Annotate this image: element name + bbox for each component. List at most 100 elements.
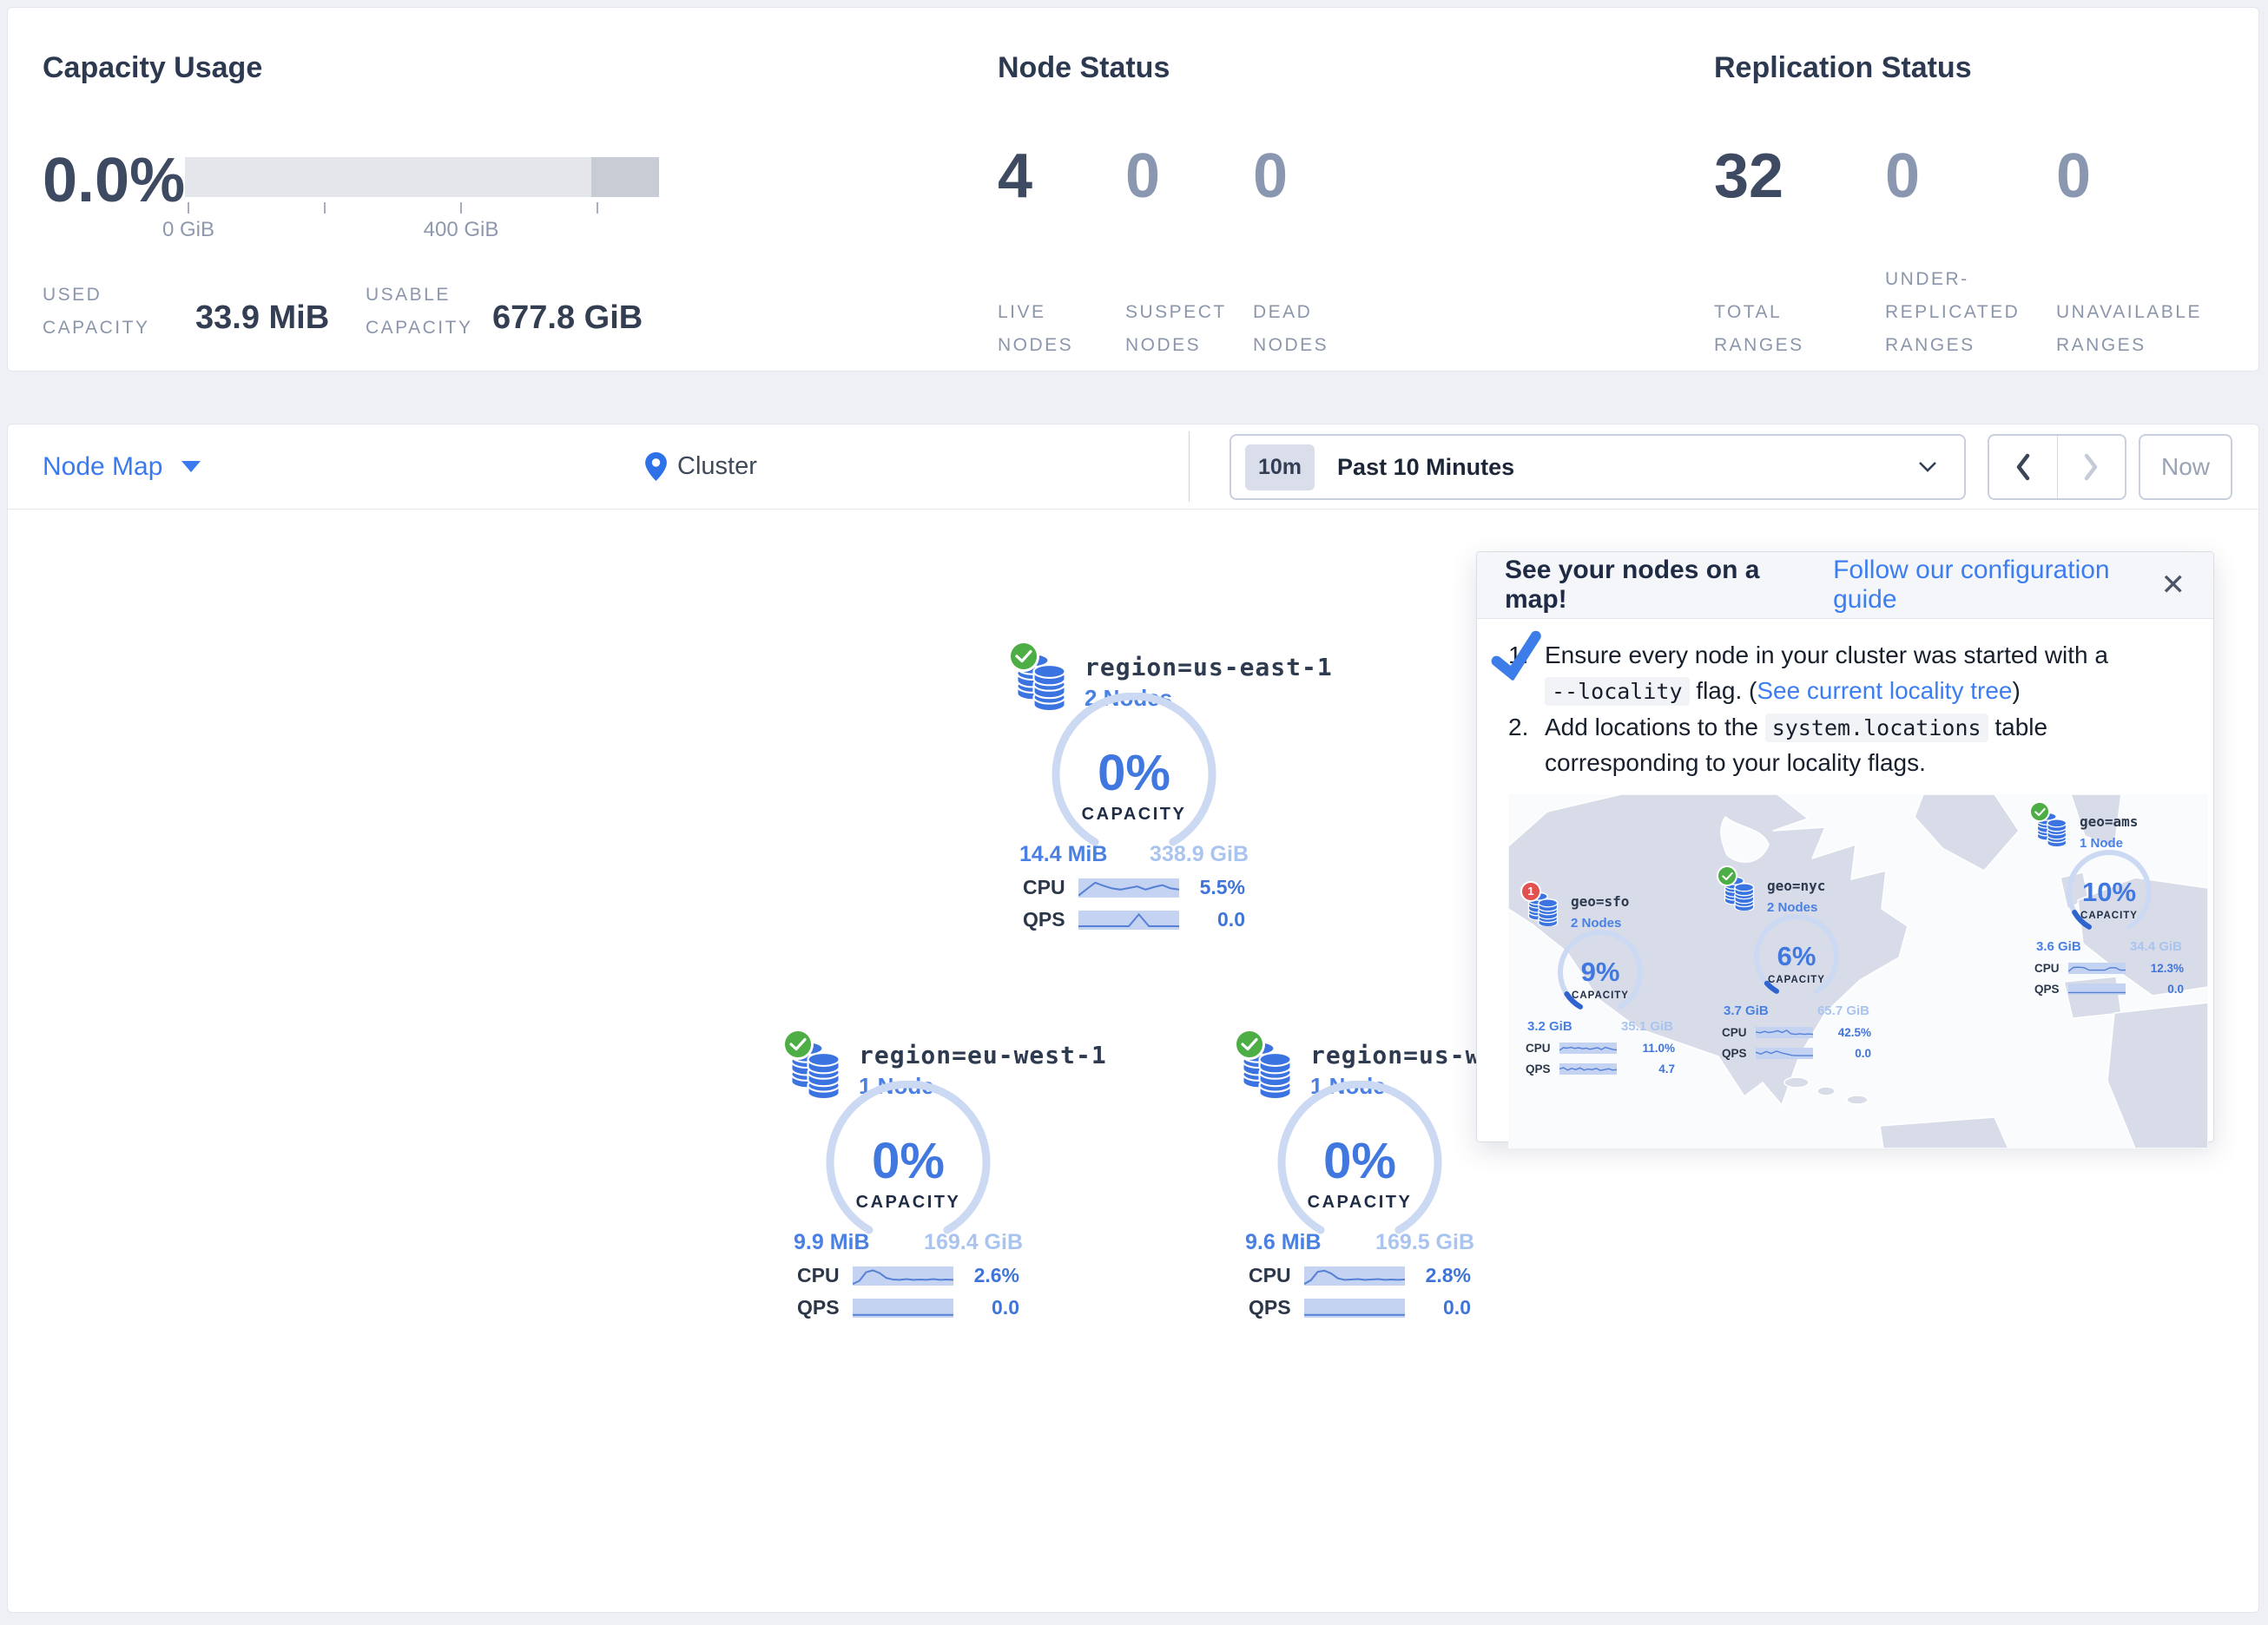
locality-card-eu-west-1: region=eu-west-11 Node0%CAPACITY9.9 MiB1… <box>774 1037 1043 1319</box>
capacity-bar-reserved-segment <box>591 157 659 197</box>
chevron-down-icon <box>181 461 201 472</box>
instruction-item-1: 1.Ensure every node in your cluster was … <box>1508 638 2182 708</box>
capacity-axis-tick <box>324 202 326 214</box>
cpu-metric-row: CPU11.0% <box>1526 1040 1675 1057</box>
capacity-gauge: 0% CAPACITY <box>1268 1081 1452 1239</box>
replication-status-col-0: 32TOTALRANGES <box>1714 145 1885 362</box>
close-icon[interactable]: ✕ <box>2161 568 2186 602</box>
qps-value: 0.0 <box>1443 1296 1471 1319</box>
cluster-stats-panel: Capacity Usage Node Status Replication S… <box>7 7 2259 372</box>
popup-header: See your nodes on a map! Follow our conf… <box>1477 552 2213 619</box>
capacity-gauge: 6%CAPACITY <box>1741 910 1852 1007</box>
cpu-label: CPU <box>797 1264 842 1287</box>
replication-status-col-2: 0UNAVAILABLERANGES <box>2056 145 2227 362</box>
inline-code: system.locations <box>1765 714 1988 742</box>
locality-header: region=us-west-11 Node <box>1225 1037 1494 1103</box>
cpu-metric-row: CPU5.5% <box>1023 876 1245 899</box>
text-segment: ) <box>2012 677 2020 704</box>
node-map-toolbar: Node Map Cluster 10m Past 10 Minutes <box>8 424 2258 510</box>
node-status-label: DEADNODES <box>1253 296 1381 362</box>
replication-status-label: UNDER-REPLICATEDRANGES <box>1885 263 2056 362</box>
cpu-sparkline <box>1756 1027 1813 1038</box>
node-status-col-0: 4LIVENODES <box>998 145 1125 362</box>
status-ok-icon <box>1234 1029 1265 1060</box>
replication-status-title: Replication Status <box>1714 51 1972 85</box>
time-range-dropdown[interactable]: 10m Past 10 Minutes <box>1230 434 1966 500</box>
cpu-label: CPU <box>1023 876 1068 899</box>
configuration-guide-link[interactable]: Follow our configuration guide <box>1833 556 2160 615</box>
locality-titles: geo=ams 1 Node <box>2080 810 2138 852</box>
node-status-columns: 4LIVENODES0 SUSPECTNODES0 DEADNODES <box>998 145 1381 362</box>
cpu-value: 2.8% <box>1426 1264 1471 1287</box>
node-status-col-1: 0 SUSPECTNODES <box>1125 145 1253 362</box>
cpu-label: CPU <box>1526 1040 1553 1057</box>
chevron-left-icon <box>2014 453 2032 481</box>
gauge-percent-label: 9% <box>1581 957 1620 987</box>
node-status-label: SUSPECTNODES <box>1125 296 1253 362</box>
locality-nodes-link[interactable]: 2 Nodes <box>1767 898 1825 918</box>
capacity-values: 3.7 GiB65.7 GiB <box>1724 1002 1869 1021</box>
text-segment: Ensure every node in your cluster was st… <box>1545 641 2108 668</box>
breadcrumb-cluster-label: Cluster <box>677 452 757 481</box>
world-map: 1geo=sfo2 Nodes9%CAPACITY3.2 GiB35.1 GiB… <box>1508 794 2208 1148</box>
capacity-used-value: 9.6 MiB <box>1245 1230 1322 1255</box>
qps-label: QPS <box>1526 1061 1553 1078</box>
locality-card-nyc: geo=nyc2 Nodes6%CAPACITY3.7 GiB65.7 GiBC… <box>1717 874 1876 1062</box>
time-range-label: Past 10 Minutes <box>1337 454 1514 481</box>
now-button[interactable]: Now <box>2139 434 2232 500</box>
node-status-value: 0 <box>1125 145 1253 207</box>
qps-label: QPS <box>1023 908 1068 931</box>
qps-label: QPS <box>797 1296 842 1319</box>
capacity-usage-title: Capacity Usage <box>43 51 262 85</box>
popup-title: See your nodes on a map! <box>1505 556 1810 615</box>
gauge-percent-label: 0% <box>1323 1133 1396 1189</box>
capacity-total-value: 34.4 GiB <box>2130 938 2182 957</box>
qps-label: QPS <box>2034 981 2062 998</box>
qps-value: 0.0 <box>1855 1045 1871 1062</box>
locality-title: region=us-east-1 <box>1085 653 1333 681</box>
capacity-axis-tick <box>188 202 189 214</box>
time-range-badge: 10m <box>1245 444 1315 490</box>
capacity-usage-bar <box>185 157 659 197</box>
locality-title: geo=ams <box>2080 812 2138 832</box>
capacity-gauge: 10%CAPACITY <box>2054 845 2165 943</box>
view-selector-dropdown[interactable]: Node Map <box>43 424 201 509</box>
locality-title: region=eu-west-1 <box>859 1041 1107 1069</box>
node-status-label: LIVENODES <box>998 296 1125 362</box>
locality-card-ams: geo=ams1 Node10%CAPACITY3.6 GiB34.4 GiBC… <box>2029 810 2189 997</box>
locality-nodes-link[interactable]: 1 Node <box>2080 834 2138 853</box>
cpu-sparkline <box>1559 1043 1617 1054</box>
qps-value: 4.7 <box>1658 1061 1675 1078</box>
capacity-axis-label-0: 0 GiB <box>162 218 214 242</box>
gauge-percent-label: 10% <box>2082 877 2136 907</box>
locality-tree-link[interactable]: See current locality tree <box>1757 677 2012 704</box>
qps-label: QPS <box>1249 1296 1294 1319</box>
qps-metric-row: QPS 0.0 <box>1249 1296 1471 1319</box>
cpu-sparkline <box>853 1266 953 1286</box>
completed-check-icon <box>1488 628 1547 682</box>
cpu-metric-row: CPU12.3% <box>2034 960 2184 977</box>
cpu-label: CPU <box>2034 960 2062 977</box>
locality-header: geo=ams 1 Node <box>2029 810 2189 852</box>
gauge-capacity-label: CAPACITY <box>1308 1193 1413 1212</box>
breadcrumb[interactable]: Cluster <box>645 424 757 509</box>
capacity-used-value: 3.2 GiB <box>1527 1017 1572 1036</box>
locality-nodes-link[interactable]: 2 Nodes <box>1571 914 1629 933</box>
capacity-axis-tick <box>460 202 462 214</box>
time-range-next-button[interactable] <box>2058 436 2126 498</box>
nodes-on-map-popup: See your nodes on a map! Follow our conf… <box>1476 551 2214 1142</box>
locality-card-sfo: 1geo=sfo2 Nodes9%CAPACITY3.2 GiB35.1 GiB… <box>1520 890 1680 1077</box>
time-range-prev-button[interactable] <box>1989 436 2058 498</box>
cpu-sparkline <box>2068 963 2126 974</box>
time-range-nav <box>1988 434 2126 500</box>
locality-card-us-east-1: region=us-east-12 Nodes0%CAPACITY14.4 Mi… <box>999 649 1269 931</box>
capacity-total-value: 169.4 GiB <box>924 1230 1023 1255</box>
capacity-axis-label-400: 400 GiB <box>424 218 499 242</box>
used-capacity-value: 33.9 MiB <box>195 299 329 337</box>
qps-value: 0.0 <box>1217 908 1245 931</box>
locality-icon <box>1724 874 1758 916</box>
locality-titles: region=us-east-12 Nodes <box>1085 649 1333 715</box>
qps-sparkline <box>1078 911 1179 930</box>
replication-status-label: TOTALRANGES <box>1714 296 1885 362</box>
capacity-axis-tick <box>597 202 598 214</box>
